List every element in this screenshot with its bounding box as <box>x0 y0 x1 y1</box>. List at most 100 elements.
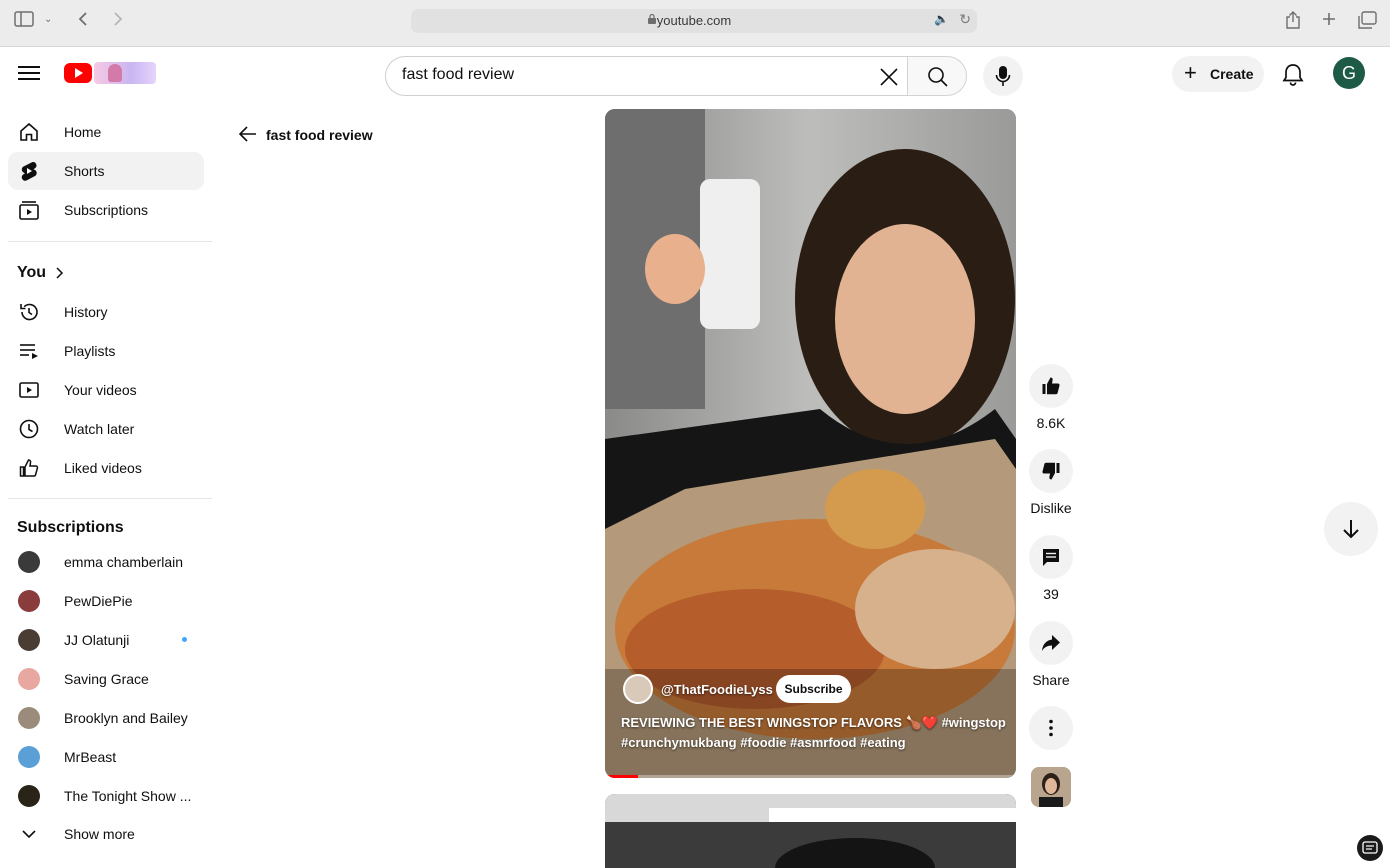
sidebar-item-label: Home <box>64 124 102 140</box>
subscription-label: Brooklyn and Bailey <box>64 710 188 726</box>
sidebar-item-playlists[interactable]: Playlists <box>8 332 204 370</box>
sidebar-item-home[interactable]: Home <box>8 113 204 151</box>
shorts-icon <box>21 161 37 181</box>
comments-button[interactable] <box>1029 535 1073 579</box>
your-videos-icon <box>19 382 39 398</box>
sidebar-item-label: Liked videos <box>64 460 142 476</box>
home-icon <box>20 122 38 141</box>
channel-avatar <box>18 551 40 573</box>
subscription-item[interactable]: MrBeast <box>8 738 204 776</box>
more-options-button[interactable] <box>1029 706 1073 750</box>
share-icon[interactable] <box>1285 11 1301 34</box>
dislike-label: Dislike <box>1030 500 1072 516</box>
tab-overview-icon[interactable] <box>1357 11 1377 34</box>
sidebar-toggle-icon[interactable] <box>14 11 34 32</box>
sound-thumbnail-image <box>1031 767 1071 807</box>
like-button[interactable] <box>1029 364 1073 408</box>
clear-search-icon[interactable] <box>877 65 901 89</box>
sidebar-item-label: Watch later <box>64 421 135 437</box>
address-bar[interactable]: youtube.com 🔈 ↻ <box>411 9 977 33</box>
youtube-logo[interactable] <box>64 62 156 84</box>
you-heading: You <box>17 264 47 281</box>
sidebar-item-history[interactable]: History <box>8 293 204 331</box>
subscription-item[interactable]: PewDiePie <box>8 582 204 620</box>
create-button[interactable]: + Create <box>1172 56 1264 92</box>
browser-toolbar: ⌄ youtube.com 🔈 ↻ <box>0 0 1390 47</box>
subscription-item[interactable]: The Tonight Show ... <box>8 777 204 815</box>
search-icon <box>928 67 948 87</box>
account-avatar[interactable]: G <box>1333 57 1365 89</box>
sidebar: Home Shorts Subscriptions You History Pl… <box>0 103 212 868</box>
sidebar-divider <box>8 241 212 242</box>
show-more-button[interactable]: Show more <box>8 815 204 853</box>
sidebar-item-subscriptions[interactable]: Subscriptions <box>8 191 204 229</box>
subscription-item[interactable]: Saving Grace <box>8 660 204 698</box>
notifications-bell-icon[interactable] <box>1278 60 1308 90</box>
next-short-frame <box>605 794 1016 868</box>
channel-name[interactable]: @ThatFoodieLyss <box>661 682 773 697</box>
sidebar-item-label: Playlists <box>64 343 116 359</box>
arrow-down-icon <box>1343 520 1359 539</box>
channel-avatar <box>18 668 40 690</box>
subscription-label: MrBeast <box>64 749 117 765</box>
more-action <box>1029 706 1073 750</box>
search-input[interactable]: fast food review <box>402 66 872 84</box>
comment-count: 39 <box>1043 586 1059 602</box>
you-section-link[interactable]: You <box>8 254 204 290</box>
sidebar-item-label: Subscriptions <box>64 202 149 218</box>
subscription-item[interactable]: Brooklyn and Bailey <box>8 699 204 737</box>
chevron-down-icon[interactable]: ⌄ <box>44 11 52 29</box>
menu-icon[interactable] <box>16 62 42 86</box>
create-label: Create <box>1210 66 1254 82</box>
sidebar-item-label: History <box>64 304 108 320</box>
back-arrow-icon[interactable] <box>77 11 89 32</box>
subscription-item[interactable]: JJ Olatunji <box>8 621 204 659</box>
dislike-action: Dislike <box>1029 449 1073 516</box>
subscription-label: JJ Olatunji <box>64 632 130 648</box>
channel-avatar[interactable] <box>623 674 653 704</box>
history-icon <box>20 303 38 321</box>
caption-icon[interactable] <box>1357 835 1383 861</box>
sidebar-item-shorts[interactable]: Shorts <box>8 152 204 190</box>
channel-avatar <box>18 590 40 612</box>
progress-bar[interactable] <box>605 775 1016 778</box>
subscription-label: Saving Grace <box>64 671 149 687</box>
sound-thumbnail[interactable] <box>1031 767 1071 807</box>
forward-arrow-icon[interactable] <box>112 11 124 32</box>
reload-icon[interactable]: ↻ <box>959 11 971 28</box>
playlists-icon <box>20 344 38 359</box>
url-text: youtube.com <box>656 13 732 28</box>
new-tab-icon[interactable] <box>1321 11 1337 32</box>
subscribe-button[interactable]: Subscribe <box>776 675 851 703</box>
like-count: 8.6K <box>1036 415 1066 431</box>
plus-icon: + <box>1184 60 1197 85</box>
sidebar-item-watch-later[interactable]: Watch later <box>8 410 204 448</box>
sidebar-item-label: Your videos <box>64 382 137 398</box>
dislike-button[interactable] <box>1029 449 1073 493</box>
next-short-preview[interactable] <box>605 794 1016 868</box>
channel-avatar <box>18 629 40 651</box>
speaker-icon[interactable]: 🔈 <box>934 12 949 26</box>
new-content-dot <box>182 637 187 642</box>
voice-search-button[interactable] <box>983 56 1023 96</box>
short-video-player[interactable]: @ThatFoodieLyss Subscribe REVIEWING THE … <box>605 109 1016 778</box>
comments-action: 39 <box>1029 535 1073 602</box>
back-link-label: fast food review <box>266 127 373 143</box>
subscription-item[interactable]: emma chamberlain <box>8 543 204 581</box>
like-action: 8.6K <box>1029 364 1073 431</box>
thumbs-down-icon <box>1042 462 1060 480</box>
channel-avatar <box>18 785 40 807</box>
microphone-icon <box>995 66 1011 86</box>
sidebar-item-your-videos[interactable]: Your videos <box>8 371 204 409</box>
search-button[interactable] <box>907 56 967 96</box>
search-box[interactable]: fast food review <box>385 56 907 96</box>
subscription-label: emma chamberlain <box>64 554 184 570</box>
more-vertical-icon <box>1049 719 1053 737</box>
share-button[interactable] <box>1029 621 1073 665</box>
liked-videos-icon <box>19 459 39 477</box>
watch-later-icon <box>19 419 39 439</box>
next-short-button[interactable] <box>1324 502 1378 556</box>
short-title: REVIEWING THE BEST WINGSTOP FLAVORS 🍗❤️ … <box>621 715 1006 750</box>
sidebar-item-liked-videos[interactable]: Liked videos <box>8 449 204 487</box>
thumbs-up-icon <box>1042 377 1060 395</box>
